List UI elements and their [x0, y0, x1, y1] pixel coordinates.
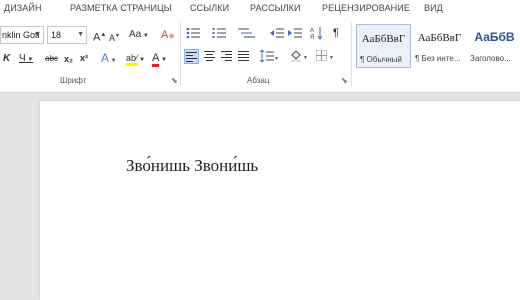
font-color-button[interactable]: A ▼	[152, 51, 167, 67]
tab-page-layout[interactable]: РАЗМЕТКА СТРАНИЦЫ	[70, 3, 172, 13]
svg-text:▼: ▼	[329, 55, 334, 61]
sort-icon: AЯ	[310, 27, 323, 41]
document-page[interactable]: Зво́нишь Звони́шь	[40, 101, 520, 300]
underline-icon: Ч	[19, 53, 26, 64]
style-heading-1[interactable]: АаБбВ Заголово...	[467, 24, 520, 68]
chevron-down-icon[interactable]: ▼	[77, 27, 84, 43]
svg-text:Я: Я	[310, 35, 314, 40]
svg-text:A: A	[310, 28, 314, 34]
increase-indent-icon	[288, 28, 302, 38]
justify-button[interactable]	[238, 51, 249, 65]
shrink-font-button[interactable]: A▼	[109, 29, 120, 45]
style-no-spacing[interactable]: АаБбВвГ ¶ Без инте...	[412, 24, 467, 68]
align-center-button[interactable]	[204, 51, 215, 65]
decrease-indent-button[interactable]	[270, 27, 284, 43]
style-name: ¶ Обычный	[360, 55, 402, 64]
align-right-icon	[221, 51, 232, 61]
group-divider	[351, 22, 352, 86]
borders-icon: ▼	[316, 50, 334, 61]
paragraph-group-label: Абзац	[247, 76, 270, 85]
decrease-indent-icon	[270, 28, 284, 38]
document-text[interactable]: Зво́нишь Звони́шь	[126, 156, 258, 176]
subscript-button[interactable]: x₂	[64, 52, 73, 66]
line-spacing-button[interactable]: ▼	[259, 49, 279, 66]
numbering-button[interactable]	[212, 27, 228, 43]
italic-button[interactable]: K	[3, 52, 10, 66]
strikethrough-button[interactable]: abc	[45, 52, 58, 66]
increase-indent-button[interactable]	[288, 27, 302, 43]
underline-button[interactable]: Ч ▼	[19, 52, 33, 67]
superscript-button[interactable]: x²	[80, 51, 88, 65]
font-group-label: Шрифт	[60, 76, 87, 85]
group-divider	[180, 22, 181, 86]
bullets-button[interactable]	[186, 27, 202, 43]
borders-button[interactable]: ▼	[316, 50, 334, 66]
style-name: ¶ Без инте...	[415, 54, 461, 63]
clear-formatting-button[interactable]: A◆	[161, 28, 175, 43]
grow-font-button[interactable]: A▲	[93, 28, 106, 45]
style-normal[interactable]: АаБбВвГ ¶ Обычный	[356, 24, 411, 68]
chevron-down-icon[interactable]: ▼	[34, 27, 41, 43]
align-center-icon	[204, 51, 215, 61]
change-case-button[interactable]: Aa ▼	[129, 28, 149, 43]
tab-review[interactable]: РЕЦЕНЗИРОВАНИЕ	[322, 3, 410, 13]
ribbon-tab-bar: ДИЗАЙН РАЗМЕТКА СТРАНИЦЫ ССЫЛКИ РАССЫЛКИ…	[0, 0, 520, 18]
align-right-button[interactable]	[221, 51, 232, 65]
font-size-value: 18	[51, 30, 62, 40]
superscript-icon: x²	[80, 53, 89, 63]
strikethrough-icon: abc	[45, 54, 58, 63]
text-effects-button[interactable]: A ▼	[101, 51, 117, 68]
paint-bucket-icon: ▼	[291, 50, 308, 62]
style-sample: АаБбВвГ	[361, 33, 406, 45]
line-spacing-icon: ▼	[259, 49, 279, 63]
style-name: Заголово...	[470, 54, 511, 63]
change-case-icon: Aa	[129, 29, 142, 40]
bullet-list-icon	[186, 27, 200, 39]
align-left-icon	[186, 52, 197, 62]
style-sample: АаБбВ	[474, 30, 515, 44]
font-size-combo[interactable]: 18 ▼	[47, 26, 87, 44]
pilcrow-icon: ¶	[333, 27, 339, 39]
numbered-list-icon	[212, 28, 226, 38]
tab-mailings[interactable]: РАССЫЛКИ	[250, 3, 301, 13]
shading-button[interactable]: ▼	[290, 50, 308, 66]
highlighter-icon: ab⁄	[126, 53, 138, 66]
svg-text:▼: ▼	[303, 55, 308, 61]
text-effects-icon: A	[101, 51, 110, 65]
align-left-button[interactable]	[184, 49, 199, 64]
tab-view[interactable]: ВИД	[424, 3, 443, 13]
multilevel-list-icon	[238, 28, 255, 38]
font-name-combo[interactable]: nklin Gotl ▼	[0, 26, 44, 44]
show-formatting-button[interactable]: ¶	[333, 26, 339, 40]
svg-text:▼: ▼	[274, 56, 278, 62]
highlight-color-button[interactable]: ab⁄ ▼	[126, 51, 145, 67]
ribbon-home: nklin Gotl ▼ 18 ▼ A▲ A▼ Aa ▼ A◆ K Ч ▼ ab…	[0, 18, 520, 93]
multilevel-list-button[interactable]	[238, 27, 256, 43]
tab-design[interactable]: ДИЗАЙН	[4, 3, 42, 13]
italic-icon: K	[3, 53, 11, 64]
paragraph-dialog-launcher-icon[interactable]: ⬊	[341, 76, 348, 85]
justify-icon	[238, 51, 249, 61]
sort-button[interactable]: AЯ	[310, 26, 324, 44]
font-dialog-launcher-icon[interactable]: ⬊	[171, 76, 178, 85]
tab-references[interactable]: ССЫЛКИ	[190, 3, 229, 13]
subscript-icon: x₂	[64, 54, 74, 64]
style-sample: АаБбВвГ	[417, 32, 462, 44]
